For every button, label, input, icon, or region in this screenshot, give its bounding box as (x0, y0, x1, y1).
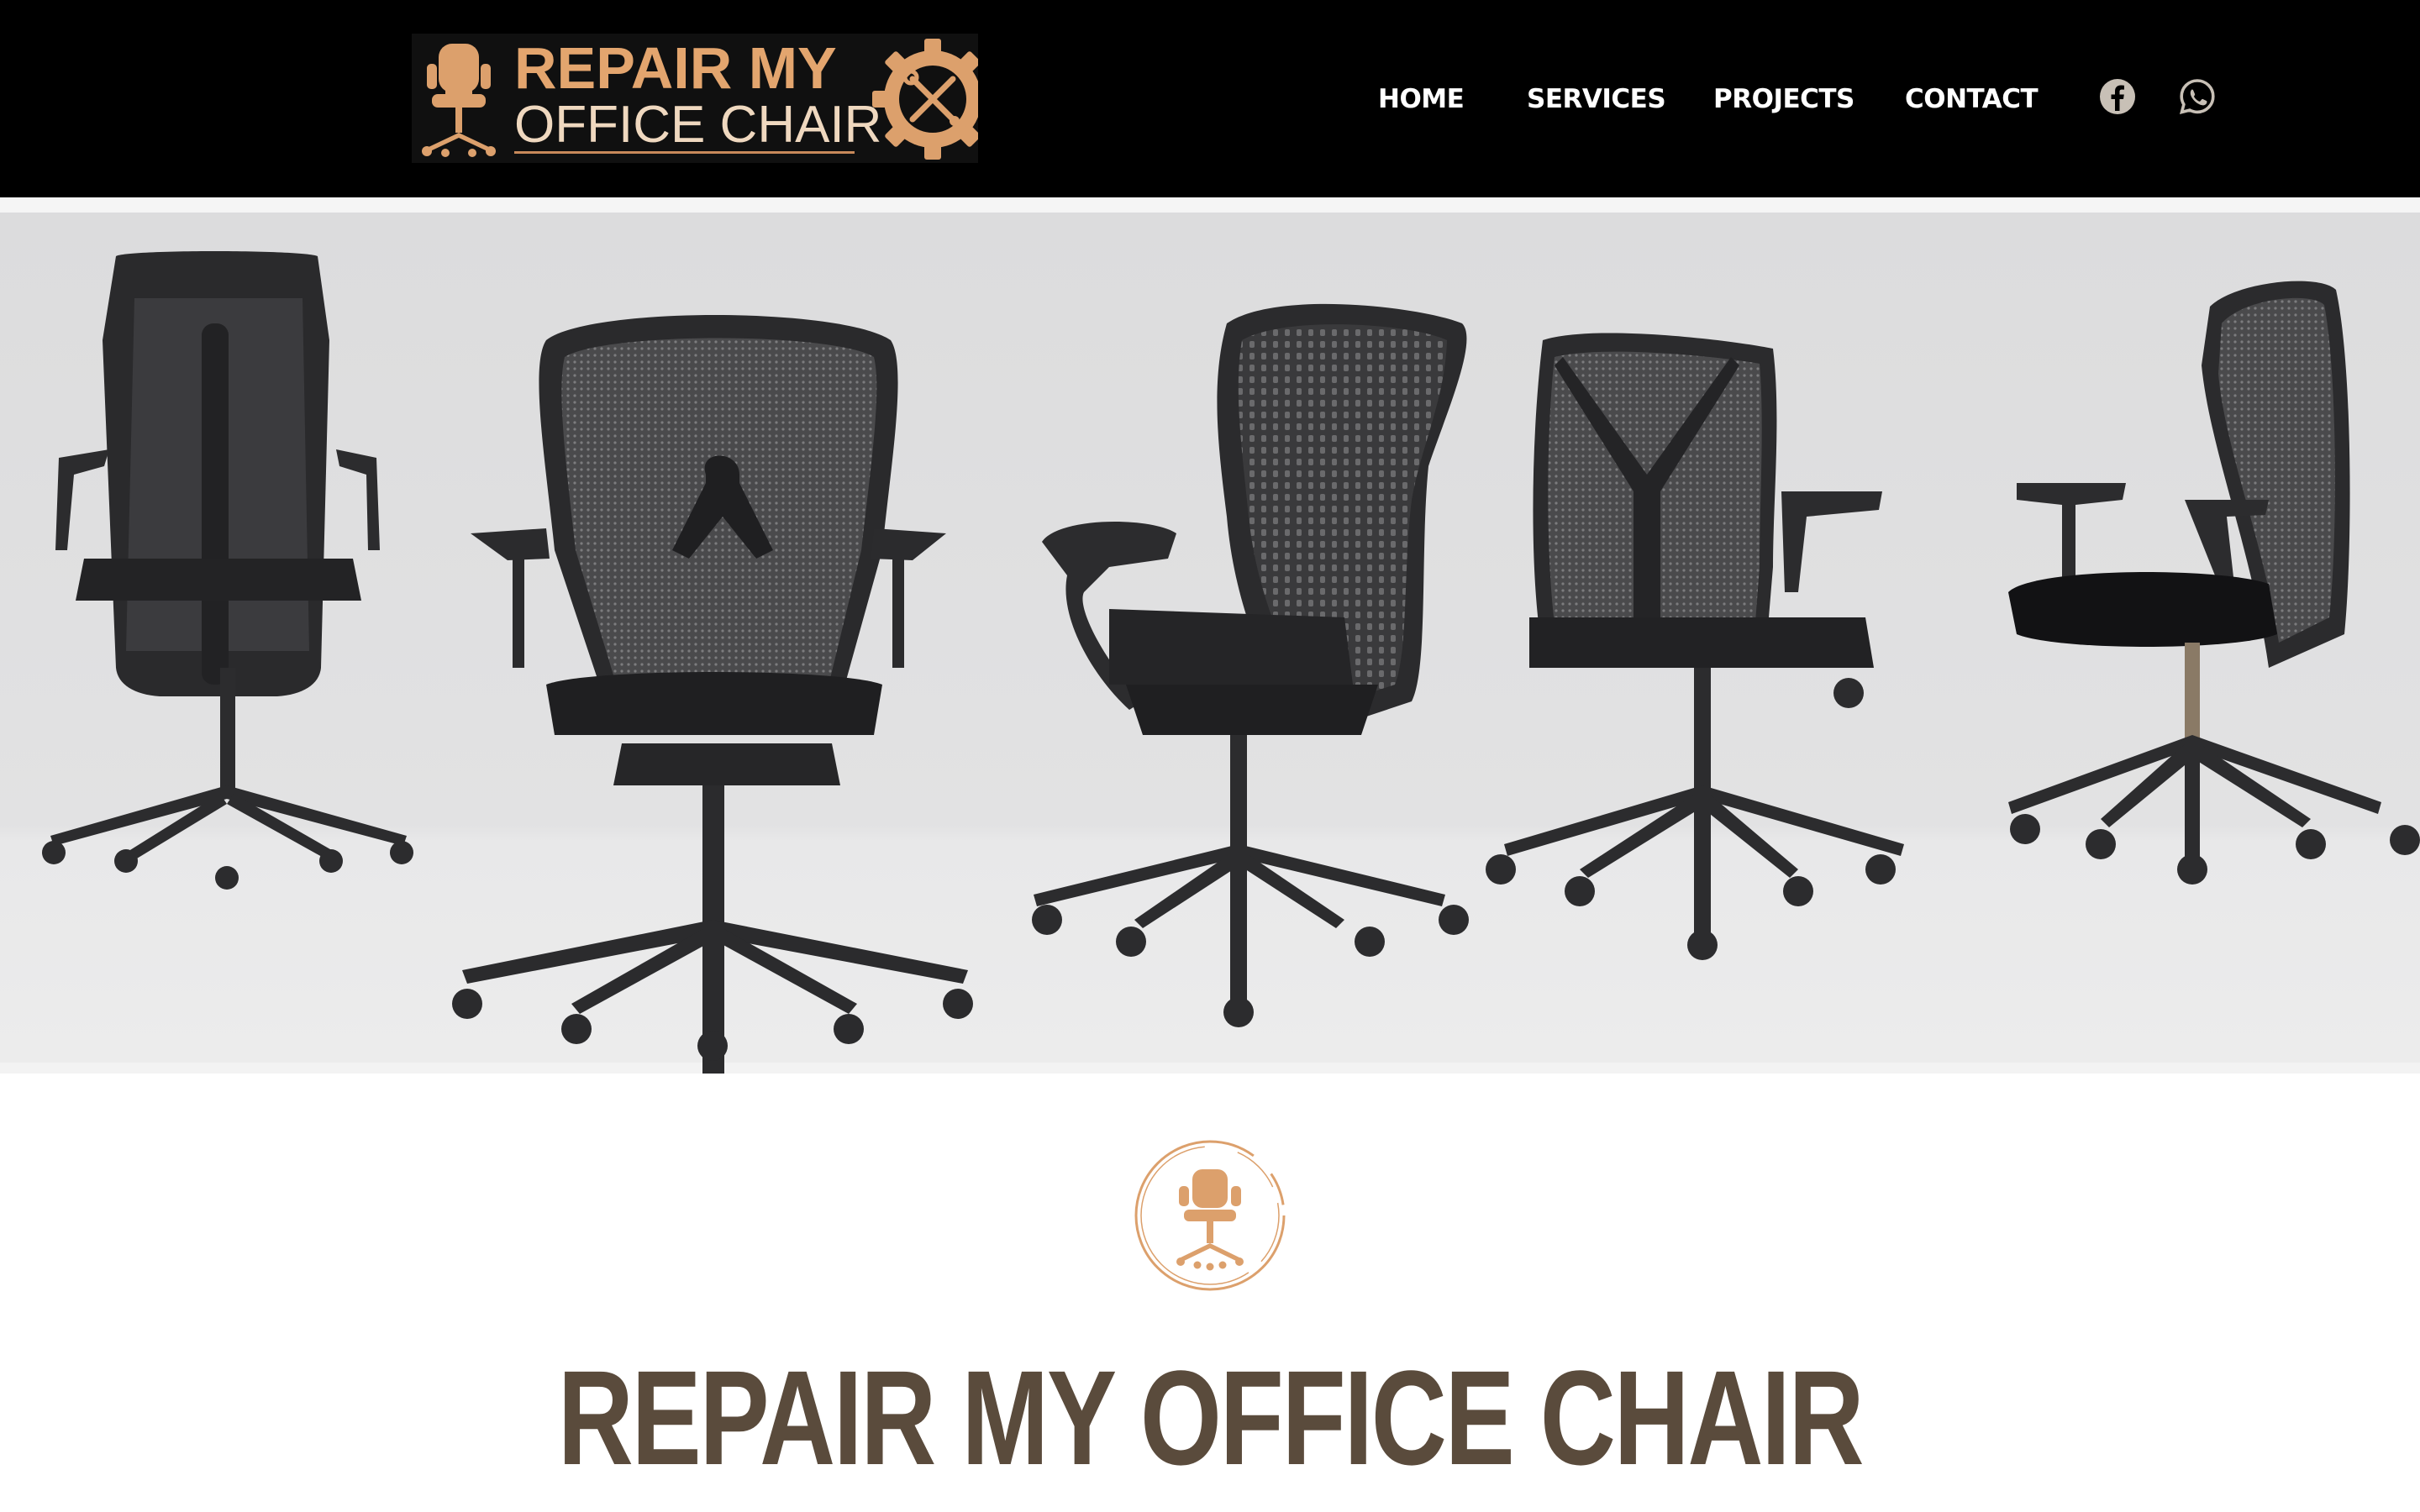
page-title: REPAIR MY OFFICE CHAIR (557, 1342, 1865, 1493)
site-logo[interactable]: REPAIR MY OFFICE CHAIR (412, 34, 978, 163)
logo-underline (514, 151, 855, 154)
logo-title-line2: OFFICE CHAIR (514, 96, 882, 154)
facebook-icon[interactable] (2098, 77, 2137, 116)
nav-services[interactable]: SERVICES (1527, 81, 1666, 118)
office-chairs-photo (0, 197, 2420, 1074)
hero-image (0, 197, 2420, 1074)
chair-circle-icon (1130, 1136, 1290, 1295)
logo-title-line1: REPAIR MY (514, 35, 837, 101)
nav-projects[interactable]: PROJECTS (1713, 81, 1854, 118)
nav-home[interactable]: HOME (1378, 81, 1465, 118)
nav-contact[interactable]: CONTACT (1905, 81, 2039, 118)
site-header: REPAIR MY OFFICE CHAIR HOME SERVICES PRO… (0, 0, 2420, 197)
whatsapp-icon[interactable] (2178, 77, 2217, 116)
